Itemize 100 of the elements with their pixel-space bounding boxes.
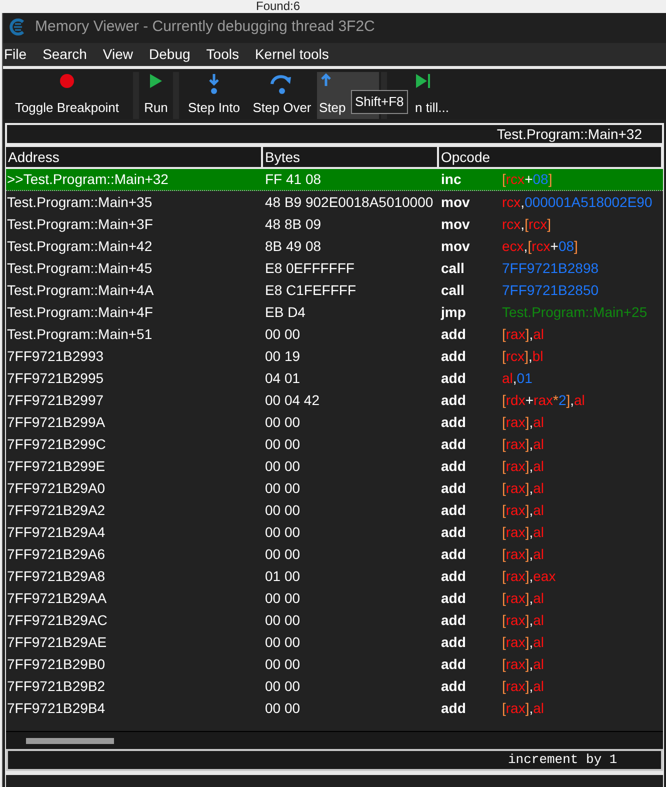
address-cell-text: Test.Program::Main+3F: [6, 214, 154, 234]
status-text: increment by 1: [508, 751, 618, 770]
opcode-cell-text: mov: [440, 236, 471, 256]
operand-cell-text: [rdx+rax*2],al: [502, 390, 585, 410]
bytes-cell-text: 00 00: [264, 456, 302, 476]
opcode-cell-text: mov: [440, 214, 471, 234]
bytes-cell-text: 48 8B 09: [264, 214, 322, 234]
bytes-cell-text: EB D4: [264, 302, 306, 322]
operand-cell-text: 7FF9721B2850: [502, 280, 599, 300]
operand-cell-text: [rax],al: [502, 654, 544, 674]
operand-cell-text: rcx,000001A518002E90: [502, 192, 652, 212]
address-cell-text: 7FF9721B299E: [6, 456, 106, 476]
window-title: Memory Viewer - Currently debugging thread 3F2C: [35, 16, 375, 37]
address-cell-text: 7FF9721B2997: [6, 390, 105, 410]
address-cell-text: 7FF9721B2993: [6, 346, 105, 366]
operand-cell-text: [rax],al: [502, 698, 544, 718]
operand-cell-text: 7FF9721B2898: [502, 258, 599, 278]
operand-cell-text: al,01: [502, 368, 532, 388]
bytes-cell-text: 00 00: [264, 324, 302, 344]
bytes-cell-text: 00 19: [264, 346, 302, 366]
opcode-cell-text: add: [440, 346, 467, 366]
operand-cell-text: [rax],al: [502, 324, 544, 344]
bytes-cell-text: 00 00: [264, 544, 302, 564]
bytes-cell-text: 00 00: [264, 698, 302, 718]
operand-cell-text: [rax],al: [502, 434, 544, 454]
address-cell-text: Test.Program::Main+4A: [6, 280, 155, 300]
bytes-cell-text: 00 00: [264, 478, 302, 498]
opcode-cell-text: call: [440, 280, 466, 300]
operand-cell-text: Test.Program::Main+25: [502, 302, 648, 322]
address-cell-text: 7FF9721B29B2: [6, 676, 106, 696]
operand-cell-text: [rax],al: [502, 632, 544, 652]
bytes-cell-text: 04 01: [264, 368, 302, 388]
address-cell-text: 7FF9721B29B0: [6, 654, 106, 674]
operand-cell-text: [rax],al: [502, 544, 544, 564]
bytes-cell-text: 8B 49 08: [264, 236, 322, 256]
bytes-cell-text: 00 00: [264, 610, 302, 630]
address-cell-text: 7FF9721B29AC: [6, 610, 108, 630]
opcode-cell-text: add: [440, 500, 467, 520]
bytes-cell-text: 00 00: [264, 588, 302, 608]
opcode-cell-text: add: [440, 522, 467, 542]
address-cell-text: 7FF9721B29A6: [6, 544, 106, 564]
opcode-cell-text: add: [440, 390, 467, 410]
opcode-cell-text: add: [440, 588, 467, 608]
address-cell-text: 7FF9721B29A0: [6, 478, 106, 498]
bytes-cell-text: 00 00: [264, 522, 302, 542]
bytes-cell-text: 48 B9 902E0018A5010000: [264, 192, 434, 212]
bytes-cell-text: FF 41 08: [264, 170, 322, 189]
opcode-cell-text: add: [440, 632, 467, 652]
background-window-text: Found:6: [256, 0, 300, 13]
operand-cell-text: [rcx+08]: [502, 170, 552, 189]
operand-cell-text: [rax],al: [502, 478, 544, 498]
address-cell-text: >>Test.Program::Main+32: [6, 170, 170, 189]
opcode-cell-text: add: [440, 456, 467, 476]
opcode-cell-text: add: [440, 478, 467, 498]
bytes-cell-text: 00 00: [264, 500, 302, 520]
operand-cell-text: [rax],al: [502, 456, 544, 476]
address-cell-text: 7FF9721B29A4: [6, 522, 106, 542]
operand-cell-text: [rax],al: [502, 588, 544, 608]
bytes-cell-text: 00 00: [264, 654, 302, 674]
operand-cell-text: [rax],al: [502, 522, 544, 542]
opcode-cell-text: add: [440, 676, 467, 696]
address-cell-text: 7FF9721B29B4: [6, 698, 106, 718]
opcode-cell-text: add: [440, 434, 467, 454]
operand-cell-text: [rax],al: [502, 610, 544, 630]
operand-cell-text: [rax],al: [502, 500, 544, 520]
bytes-cell-text: 00 00: [264, 434, 302, 454]
opcode-cell-text: jmp: [440, 302, 467, 322]
opcode-cell-text: add: [440, 368, 467, 388]
opcode-cell-text: add: [440, 412, 467, 432]
address-cell-text: Test.Program::Main+51: [6, 324, 154, 344]
operand-cell-text: [rcx],bl: [502, 346, 544, 366]
address-cell-text: 7FF9721B2995: [6, 368, 105, 388]
address-cell-text: 7FF9721B29A8: [6, 566, 106, 586]
bytes-cell-text: 01 00: [264, 566, 302, 586]
bytes-cell-text: 00 00: [264, 412, 302, 432]
opcode-cell-text: add: [440, 654, 467, 674]
opcode-cell-text: add: [440, 698, 467, 718]
operand-cell-text: ecx,[rcx+08]: [502, 236, 578, 256]
operand-cell-text: [rax],al: [502, 676, 544, 696]
operand-cell-text: rcx,[rcx]: [502, 214, 552, 234]
operand-cell-text: [rax],eax: [502, 566, 556, 586]
bytes-cell-text: E8 0EFFFFFF: [264, 258, 356, 278]
opcode-cell-text: inc: [440, 170, 462, 189]
operand-cell-text: [rax],al: [502, 412, 544, 432]
bytes-cell-text: 00 00: [264, 632, 302, 652]
opcode-cell-text: add: [440, 566, 467, 586]
opcode-cell-text: add: [440, 610, 467, 630]
bytes-cell-text: E8 C1FEFFFF: [264, 280, 358, 300]
address-cell-text: Test.Program::Main+45: [6, 258, 154, 278]
address-cell-text: 7FF9721B29A2: [6, 500, 106, 520]
bytes-cell-text: 00 04 42: [264, 390, 320, 410]
opcode-cell-text: add: [440, 324, 467, 344]
opcode-cell-text: call: [440, 258, 466, 278]
opcode-cell-text: mov: [440, 192, 471, 212]
address-cell-text: 7FF9721B29AA: [6, 588, 108, 608]
tooltip: Shift+F8: [351, 90, 408, 114]
bytes-cell-text: 00 00: [264, 676, 302, 696]
address-cell-text: 7FF9721B299A: [6, 412, 106, 432]
address-cell-text: 7FF9721B29AE: [6, 632, 108, 652]
opcode-cell-text: add: [440, 544, 467, 564]
